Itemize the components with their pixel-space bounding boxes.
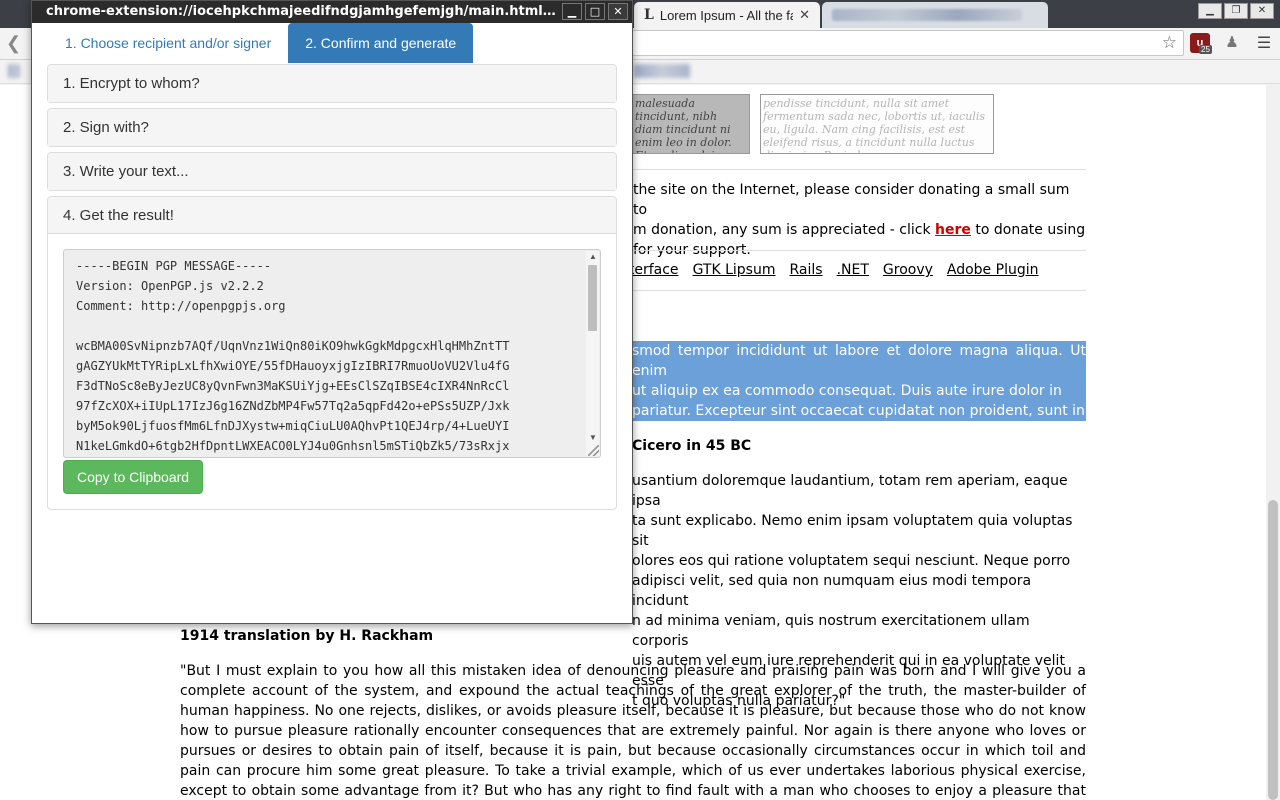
- close-icon[interactable]: ✕: [1250, 3, 1274, 19]
- selected-lorem-text: smod tempor incididunt ut labore et dolo…: [632, 341, 1086, 421]
- step-tabs: 1. Choose recipient and/or signer 2. Con…: [48, 23, 474, 63]
- tab-title: Lorem Ipsum - All the fa: [659, 7, 794, 23]
- selected-line: ut aliquip ex ea commodo consequat. Duis…: [632, 381, 1086, 401]
- scroll-up-icon[interactable]: ▲: [589, 252, 597, 261]
- scroll-down-icon[interactable]: ▼: [589, 433, 597, 442]
- tab-close-icon[interactable]: ✕: [799, 7, 810, 23]
- popup-title: chrome-extension://iocehpkchmajeedifndgj…: [46, 4, 561, 19]
- extension-person-icon[interactable]: ♟: [1222, 33, 1242, 53]
- panel-get-result: 4. Get the result! -----BEGIN PGP MESSAG…: [47, 196, 617, 510]
- banner-image-dark[interactable]: malesuada tincidunt, nibh diam tincidunt…: [632, 94, 750, 154]
- link-rails[interactable]: Rails: [789, 262, 822, 278]
- pgp-message-text: -----BEGIN PGP MESSAGE----- Version: Ope…: [76, 259, 510, 453]
- browser-window-controls: ▁ ❐ ✕: [1198, 3, 1274, 19]
- bookmark-star-icon[interactable]: ☆: [1162, 33, 1177, 53]
- link-groovy[interactable]: Groovy: [883, 262, 933, 278]
- tab-choose-recipient[interactable]: 1. Choose recipient and/or signer: [48, 23, 289, 63]
- address-bar[interactable]: ☆: [632, 30, 1184, 56]
- selected-line: smod tempor incididunt ut labore et dolo…: [632, 341, 1086, 381]
- donate-text-part: to donate using: [975, 222, 1086, 238]
- blurred-tab-title: [832, 9, 1022, 21]
- bookmark-blurred[interactable]: [8, 64, 20, 78]
- bookmark-blurred[interactable]: [634, 64, 690, 78]
- link-gtk-lipsum[interactable]: GTK Lipsum: [693, 262, 776, 278]
- panel-heading-result[interactable]: 4. Get the result!: [48, 197, 616, 234]
- selected-line: pariatur. Excepteur sint occaecat cupida…: [632, 401, 1086, 421]
- link-adobe-plugin[interactable]: Adobe Plugin: [947, 262, 1039, 278]
- tab-lorem-ipsum[interactable]: L Lorem Ipsum - All the fa ✕: [634, 2, 820, 28]
- textarea-scroll-thumb[interactable]: [588, 265, 597, 331]
- rackham-paragraph: "But I must explain to you how all this …: [180, 663, 1086, 799]
- textarea-scrollbar[interactable]: ▲ ▼: [586, 251, 599, 456]
- panel-encrypt-to-whom: 1. Encrypt to whom?: [47, 64, 617, 103]
- popup-close-icon[interactable]: ✕: [608, 3, 628, 20]
- popup-minimize-icon[interactable]: ▁: [562, 3, 582, 20]
- minimize-icon[interactable]: ▁: [1198, 3, 1222, 19]
- cicero-line: adipisci velit, sed quia non numquam eiu…: [632, 573, 1032, 609]
- back-arrow-icon[interactable]: ❮: [6, 33, 21, 54]
- donate-line: the site on the Internet, please conside…: [633, 182, 1070, 218]
- panel-heading-sign[interactable]: 2. Sign with?: [48, 109, 616, 146]
- pgp-message-textarea[interactable]: -----BEGIN PGP MESSAGE----- Version: Ope…: [63, 249, 601, 458]
- banner-image-light[interactable]: pendisse tincidunt, nulla sit amet ferme…: [760, 94, 994, 154]
- restore-icon[interactable]: ❐: [1224, 3, 1248, 19]
- donate-here-link[interactable]: here: [935, 222, 971, 238]
- cicero-heading: Cicero in 45 BC: [632, 438, 752, 454]
- popup-titlebar[interactable]: chrome-extension://iocehpkchmajeedifndgj…: [32, 1, 632, 23]
- panel-write-text: 3. Write your text...: [47, 152, 617, 191]
- tool-links: nterface GTK Lipsum Rails .NET Groovy Ad…: [620, 262, 1038, 278]
- result-panel-body: -----BEGIN PGP MESSAGE----- Version: Ope…: [48, 234, 616, 509]
- rackham-heading: 1914 translation by H. Rackham: [180, 628, 434, 644]
- menu-icon[interactable]: ☰: [1254, 33, 1274, 53]
- ublock-badge: 25: [1199, 45, 1212, 54]
- panel-heading-encrypt[interactable]: 1. Encrypt to whom?: [48, 65, 616, 102]
- cicero-line: n ad minima veniam, quis nostrum exercit…: [632, 613, 1030, 649]
- resize-grip-icon[interactable]: [588, 445, 599, 456]
- page-scrollbar-thumb[interactable]: [1268, 500, 1278, 800]
- tab-blurred[interactable]: [822, 2, 1048, 28]
- donate-text-part: m donation, any sum is appreciated - cli…: [633, 222, 931, 238]
- panel-sign-with: 2. Sign with?: [47, 108, 617, 147]
- popup-maximize-icon[interactable]: □: [585, 3, 605, 20]
- cicero-line: olores eos qui ratione voluptatem sequi …: [632, 553, 1071, 569]
- extension-popup-window: chrome-extension://iocehpkchmajeedifndgj…: [31, 0, 633, 624]
- panel-heading-write[interactable]: 3. Write your text...: [48, 153, 616, 190]
- lorem-favicon-icon: L: [644, 7, 654, 23]
- tab-confirm-generate[interactable]: 2. Confirm and generate: [288, 23, 474, 63]
- copy-to-clipboard-button[interactable]: Copy to Clipboard: [63, 460, 204, 494]
- donate-line: m donation, any sum is appreciated - cli…: [633, 220, 1086, 240]
- link-dotnet[interactable]: .NET: [837, 262, 869, 278]
- cicero-line: ta sunt explicabo. Nemo enim ipsam volup…: [632, 513, 1073, 549]
- cicero-line: usantium doloremque laudantium, totam re…: [632, 473, 1068, 509]
- popup-window-controls: ▁ □ ✕: [562, 3, 628, 20]
